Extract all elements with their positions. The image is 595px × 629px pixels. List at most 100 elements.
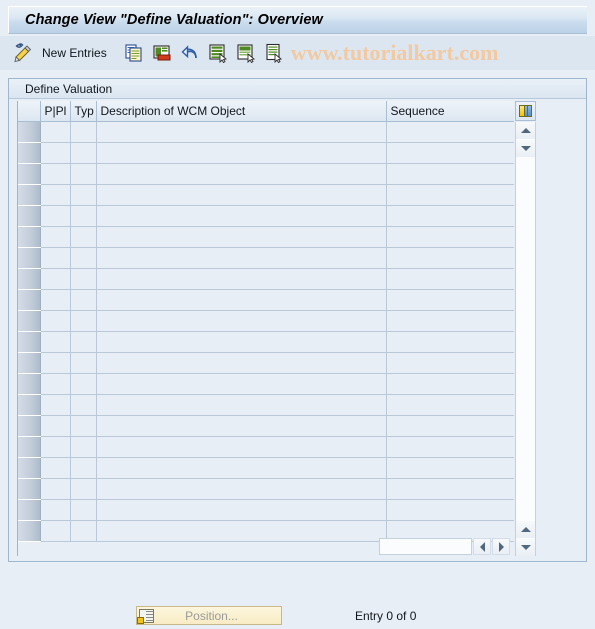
cell-seq[interactable] xyxy=(386,184,514,206)
cell-desc[interactable] xyxy=(96,205,387,227)
row-select-cell[interactable] xyxy=(18,141,41,164)
cell-typ[interactable] xyxy=(70,331,97,353)
row-select-cell[interactable] xyxy=(18,204,41,227)
table-row[interactable] xyxy=(18,141,514,164)
row-select-cell[interactable] xyxy=(18,477,41,500)
cell-typ[interactable] xyxy=(70,499,97,521)
column-header-typ[interactable]: Typ xyxy=(70,101,97,122)
cell-typ[interactable] xyxy=(70,289,97,311)
cell-desc[interactable] xyxy=(96,457,387,479)
cell-desc[interactable] xyxy=(96,184,387,206)
table-row[interactable] xyxy=(18,183,514,206)
cell-typ[interactable] xyxy=(70,520,97,542)
select-all-column-header[interactable] xyxy=(18,101,41,122)
row-select-cell[interactable] xyxy=(18,456,41,479)
row-select-cell[interactable] xyxy=(18,393,41,416)
cell-seq[interactable] xyxy=(386,436,514,458)
table-row[interactable] xyxy=(18,309,514,332)
cell-typ[interactable] xyxy=(70,121,97,143)
cell-desc[interactable] xyxy=(96,289,387,311)
table-row[interactable] xyxy=(18,225,514,248)
cell-desc[interactable] xyxy=(96,478,387,500)
details-icon[interactable] xyxy=(263,42,285,64)
new-entries-button[interactable]: New Entries xyxy=(38,46,111,60)
row-select-cell[interactable] xyxy=(18,330,41,353)
cell-seq[interactable] xyxy=(386,457,514,479)
copy-icon[interactable] xyxy=(123,42,145,64)
cell-ppl[interactable] xyxy=(40,331,71,353)
cell-seq[interactable] xyxy=(386,121,514,143)
cell-seq[interactable] xyxy=(386,310,514,332)
cell-ppl[interactable] xyxy=(40,352,71,374)
deselect-all-icon[interactable] xyxy=(235,42,257,64)
column-header-ppl[interactable]: P|Pl xyxy=(40,101,71,122)
table-row[interactable] xyxy=(18,246,514,269)
row-select-cell[interactable] xyxy=(18,519,41,542)
cell-typ[interactable] xyxy=(70,352,97,374)
cell-ppl[interactable] xyxy=(40,457,71,479)
row-select-cell[interactable] xyxy=(18,246,41,269)
cell-desc[interactable] xyxy=(96,247,387,269)
cell-seq[interactable] xyxy=(386,415,514,437)
cell-ppl[interactable] xyxy=(40,394,71,416)
cell-typ[interactable] xyxy=(70,415,97,437)
cell-typ[interactable] xyxy=(70,373,97,395)
table-row[interactable] xyxy=(18,456,514,479)
column-header-description[interactable]: Description of WCM Object xyxy=(96,101,387,122)
scroll-right-icon[interactable] xyxy=(492,538,510,555)
scroll-down-bottom-icon[interactable] xyxy=(516,539,535,556)
table-row[interactable] xyxy=(18,288,514,311)
delete-icon[interactable] xyxy=(151,42,173,64)
cell-ppl[interactable] xyxy=(40,478,71,500)
row-select-cell[interactable] xyxy=(18,120,41,143)
row-select-cell[interactable] xyxy=(18,414,41,437)
row-select-cell[interactable] xyxy=(18,372,41,395)
cell-ppl[interactable] xyxy=(40,205,71,227)
cell-ppl[interactable] xyxy=(40,226,71,248)
cell-typ[interactable] xyxy=(70,163,97,185)
cell-typ[interactable] xyxy=(70,226,97,248)
table-row[interactable] xyxy=(18,204,514,227)
cell-typ[interactable] xyxy=(70,478,97,500)
cell-seq[interactable] xyxy=(386,247,514,269)
row-select-cell[interactable] xyxy=(18,435,41,458)
cell-desc[interactable] xyxy=(96,331,387,353)
cell-typ[interactable] xyxy=(70,457,97,479)
cell-seq[interactable] xyxy=(386,268,514,290)
cell-typ[interactable] xyxy=(70,247,97,269)
scroll-up-bottom-icon[interactable] xyxy=(516,521,535,538)
row-select-cell[interactable] xyxy=(18,225,41,248)
cell-desc[interactable] xyxy=(96,310,387,332)
row-select-cell[interactable] xyxy=(18,267,41,290)
cell-seq[interactable] xyxy=(386,226,514,248)
table-row[interactable] xyxy=(18,162,514,185)
cell-ppl[interactable] xyxy=(40,373,71,395)
cell-desc[interactable] xyxy=(96,121,387,143)
table-row[interactable] xyxy=(18,477,514,500)
cell-desc[interactable] xyxy=(96,163,387,185)
cell-seq[interactable] xyxy=(386,478,514,500)
cell-ppl[interactable] xyxy=(40,163,71,185)
position-button[interactable]: Position... xyxy=(136,606,282,625)
cell-typ[interactable] xyxy=(70,310,97,332)
table-row[interactable] xyxy=(18,351,514,374)
row-select-cell[interactable] xyxy=(18,162,41,185)
row-select-cell[interactable] xyxy=(18,183,41,206)
row-select-cell[interactable] xyxy=(18,309,41,332)
cell-ppl[interactable] xyxy=(40,247,71,269)
table-row[interactable] xyxy=(18,372,514,395)
scroll-down-icon[interactable] xyxy=(516,140,535,157)
cell-seq[interactable] xyxy=(386,289,514,311)
cell-ppl[interactable] xyxy=(40,310,71,332)
cell-typ[interactable] xyxy=(70,436,97,458)
cell-typ[interactable] xyxy=(70,205,97,227)
cell-seq[interactable] xyxy=(386,499,514,521)
cell-typ[interactable] xyxy=(70,268,97,290)
horizontal-scroll-track[interactable] xyxy=(379,538,472,555)
cell-ppl[interactable] xyxy=(40,520,71,542)
cell-ppl[interactable] xyxy=(40,436,71,458)
cell-seq[interactable] xyxy=(386,373,514,395)
cell-ppl[interactable] xyxy=(40,268,71,290)
cell-seq[interactable] xyxy=(386,352,514,374)
edit-pencil-icon[interactable] xyxy=(12,42,34,64)
